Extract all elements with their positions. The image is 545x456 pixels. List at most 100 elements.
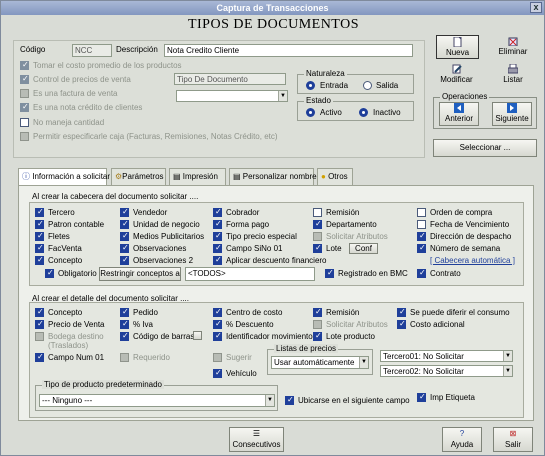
descripcion-field[interactable]: Nota Credito Cliente bbox=[164, 44, 413, 57]
estado-label: Estado bbox=[304, 96, 333, 105]
modificar-button[interactable]: Modificar bbox=[434, 63, 479, 87]
costo-promedio-checkbox[interactable] bbox=[20, 60, 29, 70]
cab-c2-1-checkbox[interactable] bbox=[120, 219, 129, 229]
obligatorio-checkbox[interactable] bbox=[45, 268, 54, 278]
anterior-button[interactable]: Anterior bbox=[439, 102, 479, 126]
tipo-producto-select[interactable]: --- Ninguno --- ▼ bbox=[39, 394, 275, 407]
det-costo-adicional-checkbox[interactable] bbox=[397, 319, 406, 329]
cab-c1-2-checkbox[interactable] bbox=[35, 231, 44, 241]
cabecera-automatica-link[interactable]: [ Cabecera automática ] bbox=[430, 256, 515, 265]
cab-c5-0-checkbox[interactable] bbox=[417, 208, 426, 217]
tipo-documento-select[interactable]: ▼ bbox=[176, 90, 288, 102]
codigo-barras-dropdown[interactable] bbox=[193, 331, 202, 340]
det-iva-checkbox[interactable] bbox=[120, 319, 129, 329]
siguiente-button[interactable]: Siguiente bbox=[492, 102, 532, 126]
det-bodega-destino-label: Bodega destino (Traslados) bbox=[48, 332, 104, 350]
close-icon[interactable]: x bbox=[530, 2, 542, 13]
det-concepto-checkbox[interactable] bbox=[35, 307, 44, 317]
det-lote-checkbox[interactable] bbox=[313, 331, 322, 341]
edit-icon bbox=[452, 64, 462, 74]
cab-c5-2-checkbox[interactable] bbox=[417, 231, 426, 241]
det-vehiculo-checkbox[interactable] bbox=[213, 368, 222, 378]
cab-c4-1-checkbox[interactable] bbox=[313, 219, 322, 229]
tab-personalizar[interactable]: ▤ Personalizar nombres bbox=[229, 168, 321, 185]
exit-icon: ⊠ bbox=[509, 429, 517, 438]
cab-c5-3-checkbox[interactable] bbox=[417, 243, 426, 253]
listar-button[interactable]: Listar bbox=[493, 63, 533, 87]
det-requerido-checkbox[interactable] bbox=[120, 353, 129, 362]
det-campo-num-checkbox[interactable] bbox=[35, 352, 44, 362]
eliminar-label: Eliminar bbox=[498, 47, 528, 56]
salir-label: Salir bbox=[504, 440, 521, 449]
cab-c4-3-checkbox[interactable] bbox=[313, 243, 322, 253]
det-campo-num-label: Campo Num 01 bbox=[48, 353, 105, 362]
det-bodega-destino-checkbox[interactable] bbox=[35, 332, 44, 341]
cab-c3-2-checkbox[interactable] bbox=[213, 231, 222, 241]
consecutivos-button[interactable]: ☰ Consecutivos bbox=[229, 427, 284, 452]
cab-c2-3-checkbox[interactable] bbox=[120, 243, 129, 253]
cab-c2-0-checkbox[interactable] bbox=[120, 207, 129, 217]
det-solicitar-atributos-checkbox[interactable] bbox=[313, 320, 322, 329]
contrato-checkbox[interactable] bbox=[417, 268, 426, 278]
cab-c2-4-checkbox[interactable] bbox=[120, 255, 129, 265]
cab-c3-4-checkbox[interactable] bbox=[213, 255, 222, 265]
tab-impresion[interactable]: ▤ Impresión bbox=[169, 168, 226, 185]
det-centro-costo-checkbox[interactable] bbox=[213, 307, 222, 317]
det-codigo-barras-checkbox[interactable] bbox=[120, 331, 129, 341]
ayuda-button[interactable]: ? Ayuda bbox=[442, 427, 482, 452]
cab-c1-4-checkbox[interactable] bbox=[35, 255, 44, 265]
cab-c2-0-label: Vendedor bbox=[133, 208, 168, 217]
tab-informacion[interactable]: ⓘ Información a solicitar bbox=[18, 168, 110, 186]
seleccionar-button[interactable]: Seleccionar ... bbox=[433, 139, 537, 157]
especificar-caja-checkbox[interactable] bbox=[20, 132, 29, 141]
entrada-radio[interactable] bbox=[306, 81, 315, 90]
det-identificador-checkbox[interactable] bbox=[213, 331, 222, 341]
det-descuento-checkbox[interactable] bbox=[213, 319, 222, 329]
det-sugerir-checkbox[interactable] bbox=[213, 353, 222, 362]
cab-c4-0-checkbox[interactable] bbox=[313, 208, 322, 217]
tercero02-select[interactable]: Tercero02: No Solicitar ▼ bbox=[380, 365, 513, 377]
restringir-button[interactable]: Restringir conceptos a bbox=[99, 267, 181, 281]
det-remision-checkbox[interactable] bbox=[313, 307, 322, 317]
nota-credito-checkbox[interactable] bbox=[20, 102, 29, 112]
det-precio-venta-checkbox[interactable] bbox=[35, 319, 44, 329]
cab-c5-1-checkbox[interactable] bbox=[417, 220, 426, 229]
codigo-field[interactable]: NCC bbox=[72, 44, 112, 57]
cab-c1-0-checkbox[interactable] bbox=[35, 207, 44, 217]
control-precios-checkbox[interactable] bbox=[20, 74, 29, 84]
salida-radio[interactable] bbox=[363, 81, 372, 90]
imp-etiqueta-label: Imp Etiqueta bbox=[430, 393, 475, 402]
cab-c1-3-checkbox[interactable] bbox=[35, 243, 44, 253]
imp-etiqueta-checkbox[interactable] bbox=[417, 392, 426, 402]
factura-venta-checkbox[interactable] bbox=[20, 89, 29, 98]
salir-button[interactable]: ⊠ Salir bbox=[493, 427, 533, 452]
cab-c3-1-checkbox[interactable] bbox=[213, 219, 222, 229]
salida-label: Salida bbox=[376, 81, 399, 90]
listas-precios-select[interactable]: Usar automáticamente ▼ bbox=[271, 356, 369, 369]
ubicarse-siguiente-checkbox[interactable] bbox=[285, 395, 294, 405]
no-maneja-cantidad-checkbox[interactable] bbox=[20, 118, 29, 127]
det-precio-venta-label: Precio de Venta bbox=[48, 320, 105, 329]
registrado-bmc-checkbox[interactable] bbox=[325, 268, 334, 278]
tab-parametros[interactable]: ⚙Parámetros bbox=[111, 168, 166, 185]
activo-radio[interactable] bbox=[306, 108, 315, 117]
inactivo-radio[interactable] bbox=[359, 108, 368, 117]
cab-c3-3-checkbox[interactable] bbox=[213, 243, 222, 253]
cab-c4-2-checkbox[interactable] bbox=[313, 232, 322, 241]
no-maneja-cantidad-label: No maneja cantidad bbox=[33, 118, 105, 127]
conf-button[interactable]: Conf bbox=[349, 243, 378, 254]
cab-c3-0-label: Cobrador bbox=[226, 208, 260, 217]
nueva-button[interactable]: Nueva bbox=[436, 35, 479, 59]
det-diferir-checkbox[interactable] bbox=[397, 307, 406, 317]
tab-otros[interactable]: ● Otros bbox=[317, 168, 353, 185]
det-concepto-label: Concepto bbox=[48, 308, 83, 317]
listar-label: Listar bbox=[503, 75, 523, 84]
list-icon: ▤ bbox=[233, 172, 241, 181]
restringir-field[interactable]: <TODOS> bbox=[185, 267, 315, 281]
eliminar-button[interactable]: Eliminar bbox=[493, 35, 533, 59]
tercero01-select[interactable]: Tercero01: No Solicitar ▼ bbox=[380, 350, 513, 362]
cab-c1-1-checkbox[interactable] bbox=[35, 219, 44, 229]
cab-c2-2-checkbox[interactable] bbox=[120, 231, 129, 241]
cab-c3-0-checkbox[interactable] bbox=[213, 207, 222, 217]
det-pedido-checkbox[interactable] bbox=[120, 307, 129, 317]
